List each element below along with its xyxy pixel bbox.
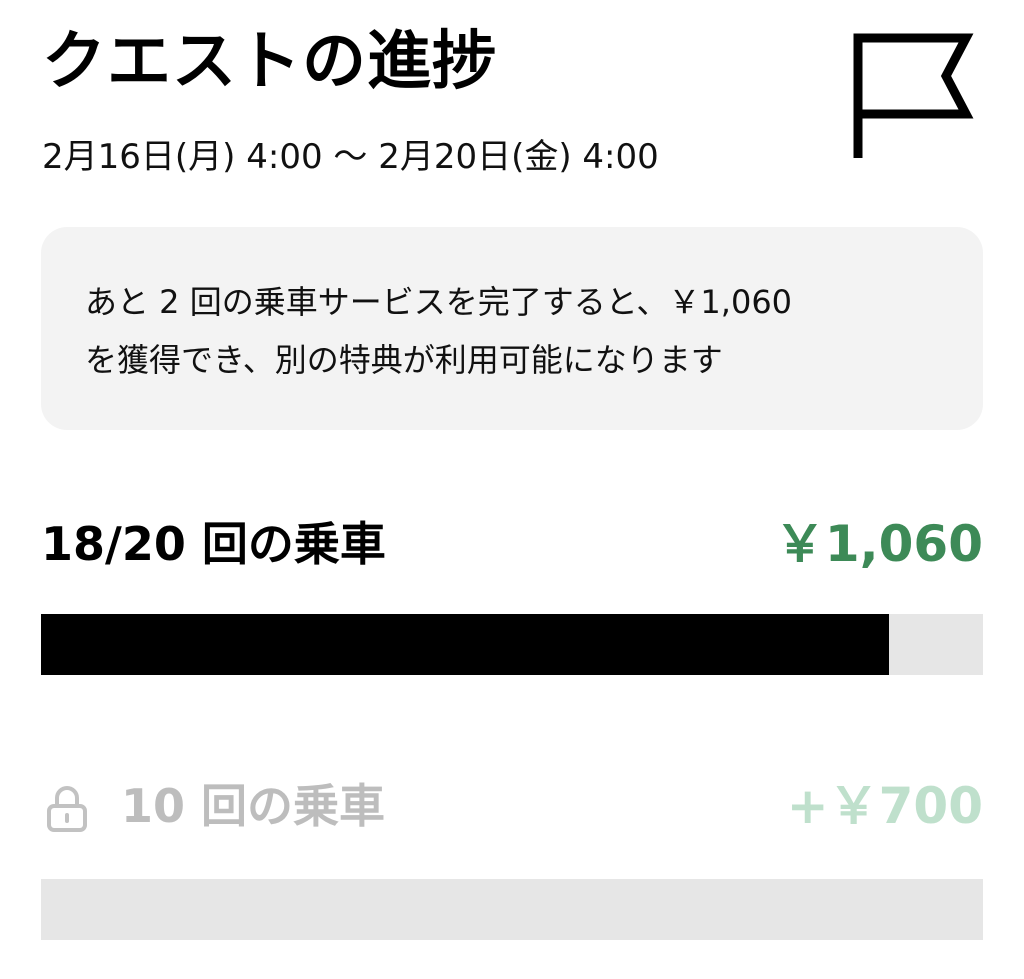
date-range: 2月16日(月) 4:00 〜 2月20日(金) 4:00 xyxy=(42,137,659,177)
tier-label: 18/20 回の乗車 xyxy=(41,517,386,571)
progress-track-current xyxy=(41,614,983,675)
info-card: あと 2 回の乗車サービスを完了すると、￥1,060 を獲得でき、別の特典が利用… xyxy=(41,227,983,430)
flag-icon xyxy=(853,33,974,158)
tier-reward: +￥700 xyxy=(786,777,983,835)
tier-row-current: 18/20 回の乗車 ￥1,060 xyxy=(41,514,983,574)
tier-reward: ￥1,060 xyxy=(774,515,983,573)
tier-label: 10 回の乗車 xyxy=(121,779,386,833)
page-title: クエストの進捗 xyxy=(42,25,497,99)
progress-track-locked xyxy=(41,879,983,940)
info-text-line-2: を獲得でき、別の特典が利用可能になります xyxy=(85,341,723,379)
lock-icon xyxy=(47,786,87,832)
info-text-line-1: あと 2 回の乗車サービスを完了すると、￥1,060 xyxy=(85,283,793,321)
progress-fill-current xyxy=(41,614,889,675)
tier-row-locked: 10 回の乗車 +￥700 xyxy=(41,776,983,836)
